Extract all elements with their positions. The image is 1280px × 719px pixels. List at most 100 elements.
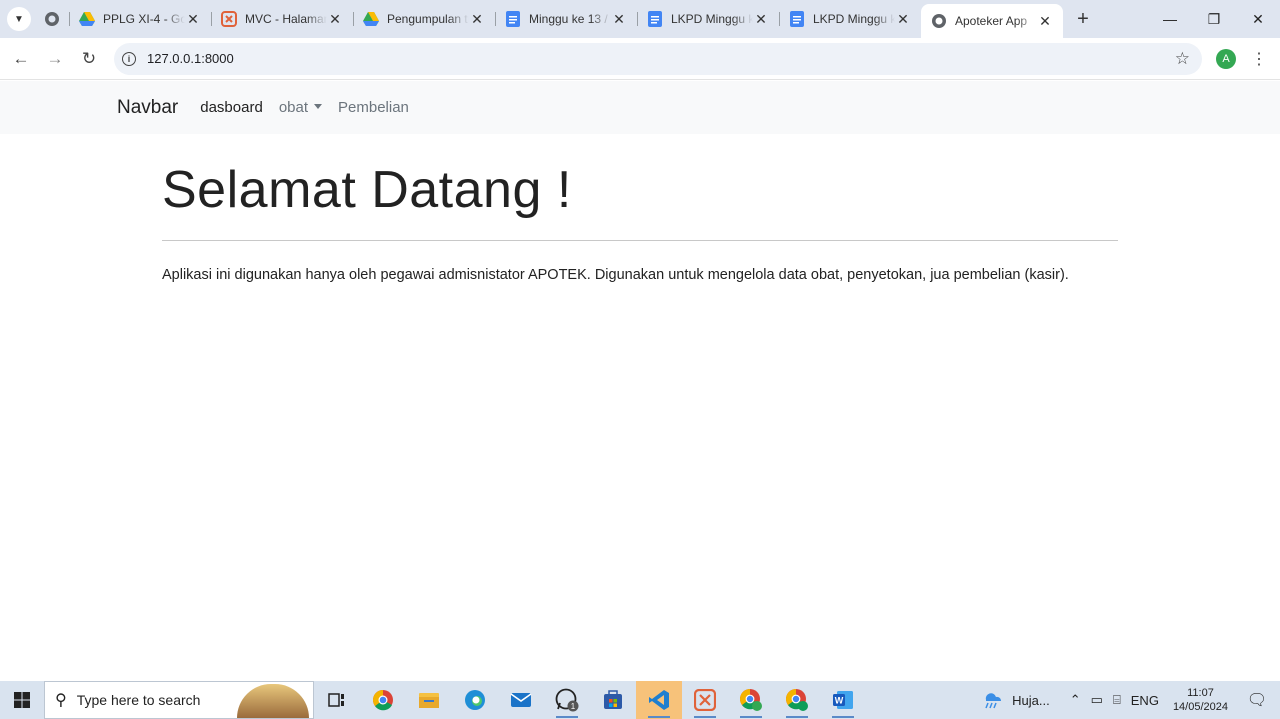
tab-1[interactable]: MVC - Halaman ✕ bbox=[211, 4, 353, 34]
divider bbox=[162, 240, 1118, 242]
site-info-icon[interactable]: i bbox=[122, 51, 136, 66]
task-view-button[interactable] bbox=[314, 681, 360, 719]
google-drive-icon bbox=[363, 11, 379, 27]
new-tab-button[interactable]: + bbox=[1069, 5, 1097, 33]
restore-button[interactable]: ❐ bbox=[1192, 0, 1236, 38]
taskbar-whatsapp[interactable]: 1 bbox=[544, 681, 590, 719]
browser-toolbar: ← → ↻ i 127.0.0.1:8000 ☆ A ⋮ bbox=[0, 38, 1280, 80]
nav-dropdown-obat[interactable]: obat bbox=[278, 99, 323, 116]
clock[interactable]: 11:07 14/05/2024 bbox=[1173, 686, 1228, 714]
close-icon[interactable]: ✕ bbox=[327, 11, 343, 28]
tab-title: Minggu ke 13 / bbox=[529, 12, 608, 26]
taskbar-edge[interactable] bbox=[452, 681, 498, 719]
pinned-tab[interactable] bbox=[35, 4, 69, 34]
google-drive-icon bbox=[79, 11, 95, 27]
close-icon[interactable]: ✕ bbox=[469, 11, 485, 28]
battery-icon[interactable]: ▭ bbox=[1091, 692, 1103, 708]
globe-icon bbox=[45, 12, 59, 26]
word-icon: W bbox=[833, 691, 853, 709]
close-icon[interactable]: ✕ bbox=[895, 11, 911, 28]
close-icon[interactable]: ✕ bbox=[1037, 13, 1053, 30]
rain-cloud-icon bbox=[985, 693, 1002, 709]
tab-search-button[interactable]: ▼ bbox=[7, 7, 31, 31]
whatsapp-icon: 1 bbox=[555, 688, 579, 712]
nav-link-pembelian[interactable]: Pembelian bbox=[338, 99, 409, 116]
chrome-profile-icon bbox=[740, 689, 762, 711]
store-icon bbox=[604, 690, 622, 709]
folder-icon bbox=[419, 693, 439, 708]
navbar-brand[interactable]: Navbar bbox=[117, 97, 178, 119]
back-button[interactable]: ← bbox=[4, 42, 38, 76]
tab-title: PPLG XI-4 - Google Drive bbox=[103, 12, 185, 26]
taskbar-word[interactable]: W bbox=[820, 681, 866, 719]
taskbar-xampp[interactable] bbox=[682, 681, 728, 719]
weather-text: Huja... bbox=[1012, 692, 1050, 708]
clock-date: 14/05/2024 bbox=[1172, 701, 1228, 713]
site-navbar: Navbar dasboard obat Pembelian bbox=[0, 81, 1280, 134]
nav-link-obat-label: obat bbox=[278, 99, 309, 116]
arrow-right-icon: → bbox=[46, 48, 64, 68]
menu-kebab-icon[interactable]: ⋮ bbox=[1251, 49, 1267, 69]
tab-5[interactable]: LKPD Minggu ke ✕ bbox=[779, 4, 921, 34]
taskbar-mail[interactable] bbox=[498, 681, 544, 719]
google-docs-icon bbox=[789, 11, 805, 27]
windows-taskbar: ⚲ Type here to search 1 W Huja... ⌃ ▭ ⌸ … bbox=[0, 681, 1280, 719]
whatsapp-badge: 1 bbox=[571, 702, 576, 711]
tab-title: Pengumpulan tugas bbox=[387, 12, 469, 26]
window-controls: — ❐ ✕ bbox=[1148, 0, 1280, 38]
start-button[interactable] bbox=[0, 681, 44, 719]
svg-text:W: W bbox=[835, 696, 844, 706]
vscode-icon bbox=[649, 690, 669, 710]
taskbar-chrome-profile-b[interactable] bbox=[774, 681, 820, 719]
taskbar-chrome-profile-a[interactable] bbox=[728, 681, 774, 719]
google-docs-icon bbox=[505, 11, 521, 27]
caret-down-icon bbox=[314, 104, 323, 109]
search-icon: ⚲ bbox=[55, 692, 67, 709]
close-icon[interactable]: ✕ bbox=[185, 11, 201, 28]
tab-4[interactable]: LKPD Minggu ke ✕ bbox=[637, 4, 779, 34]
weather-widget[interactable]: Huja... bbox=[982, 690, 1050, 710]
arrow-left-icon: ← bbox=[12, 48, 30, 68]
close-icon[interactable]: ✕ bbox=[753, 11, 769, 28]
taskbar-vscode[interactable] bbox=[636, 681, 682, 719]
mail-icon bbox=[510, 693, 532, 707]
notification-icon[interactable]: 🗨 bbox=[1242, 690, 1272, 710]
system-tray: Huja... ⌃ ▭ ⌸ ENG 11:07 14/05/2024 🗨 bbox=[982, 681, 1280, 719]
tab-3[interactable]: Minggu ke 13 / ✕ bbox=[495, 4, 637, 34]
taskbar-search[interactable]: ⚲ Type here to search bbox=[44, 681, 314, 719]
taskbar-file-explorer[interactable] bbox=[406, 681, 452, 719]
search-placeholder: Type here to search bbox=[76, 692, 201, 708]
url-text[interactable]: 127.0.0.1:8000 bbox=[147, 51, 234, 66]
forward-button[interactable]: → bbox=[38, 42, 72, 76]
main-content: Selamat Datang ! Aplikasi ini digunakan … bbox=[162, 134, 1118, 283]
google-docs-icon bbox=[647, 11, 663, 27]
tab-2[interactable]: Pengumpulan tugas ✕ bbox=[353, 4, 495, 34]
task-view-icon bbox=[328, 693, 344, 707]
chrome-icon bbox=[373, 690, 393, 711]
language-indicator[interactable]: ENG bbox=[1131, 693, 1159, 708]
tab-title: LKPD Minggu ke bbox=[671, 12, 753, 26]
reload-button[interactable]: ↻ bbox=[72, 42, 106, 76]
search-highlight-image bbox=[237, 684, 309, 718]
codeigniter-icon bbox=[221, 11, 237, 27]
close-icon[interactable]: ✕ bbox=[611, 11, 627, 28]
taskbar-store[interactable] bbox=[590, 681, 636, 719]
windows-logo-icon bbox=[14, 692, 30, 708]
nav-link-dasboard[interactable]: dasboard bbox=[200, 99, 263, 116]
tab-title: MVC - Halaman bbox=[245, 12, 327, 26]
network-icon[interactable]: ⌸ bbox=[1113, 692, 1121, 708]
address-bar[interactable]: i 127.0.0.1:8000 ☆ bbox=[114, 42, 1202, 75]
tab-0[interactable]: PPLG XI-4 - Google Drive ✕ bbox=[69, 4, 211, 34]
taskbar-chrome[interactable] bbox=[360, 681, 406, 719]
bookmark-star-icon[interactable]: ☆ bbox=[1175, 49, 1190, 69]
profile-avatar[interactable]: A bbox=[1216, 48, 1236, 69]
close-window-button[interactable]: ✕ bbox=[1236, 0, 1280, 38]
chevron-up-icon[interactable]: ⌃ bbox=[1070, 692, 1081, 708]
tab-6-active[interactable]: Apoteker App ✕ bbox=[921, 4, 1063, 38]
minimize-button[interactable]: — bbox=[1148, 0, 1192, 38]
clock-time: 11:07 bbox=[1187, 687, 1214, 699]
chrome-profile-icon bbox=[786, 689, 808, 711]
page-title: Selamat Datang ! bbox=[162, 161, 572, 219]
tab-title: LKPD Minggu ke bbox=[813, 12, 895, 26]
edge-icon bbox=[465, 690, 485, 710]
